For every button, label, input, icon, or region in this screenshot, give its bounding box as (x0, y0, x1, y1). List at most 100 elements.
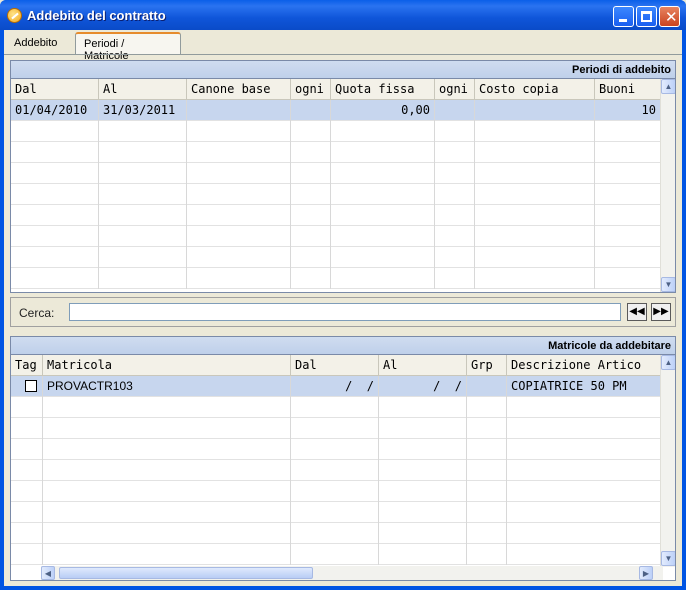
col-matricola[interactable]: Matricola (43, 355, 291, 376)
next-button[interactable]: ▶▶ (651, 303, 671, 321)
matricole-hscroll[interactable]: ◀ ▶ (41, 566, 663, 580)
empty-cell (99, 205, 187, 226)
empty-cell (11, 142, 99, 163)
empty-cell (291, 163, 331, 184)
scroll-up-icon[interactable]: ▲ (661, 355, 675, 370)
matricole-row[interactable]: PROVACTR103 / / / / COPIATRICE 50 PM (11, 376, 661, 397)
search-bar: Cerca: ◀◀ ▶▶ (10, 297, 676, 327)
empty-cell (435, 121, 475, 142)
scroll-up-icon[interactable]: ▲ (661, 79, 675, 94)
empty-cell (467, 439, 507, 460)
empty-cell (11, 268, 99, 289)
empty-cell (331, 205, 435, 226)
scroll-right-icon[interactable]: ▶ (639, 566, 653, 580)
col-al[interactable]: Al (379, 355, 467, 376)
periodi-vscroll[interactable]: ▲ ▼ (660, 79, 675, 292)
empty-cell (467, 523, 507, 544)
empty-cell (507, 460, 661, 481)
empty-cell (595, 184, 661, 205)
empty-row[interactable] (11, 268, 661, 289)
col-al[interactable]: Al (99, 79, 187, 100)
empty-cell (475, 184, 595, 205)
minimize-button[interactable] (613, 6, 634, 27)
col-ogni-2[interactable]: ogni (435, 79, 475, 100)
matricole-section-header: Matricole da addebitare (10, 336, 676, 355)
empty-row[interactable] (11, 460, 661, 481)
search-label: Cerca: (19, 306, 55, 320)
empty-row[interactable] (11, 544, 661, 565)
col-dal[interactable]: Dal (11, 79, 99, 100)
empty-row[interactable] (11, 226, 661, 247)
empty-row[interactable] (11, 184, 661, 205)
app-window: Addebito del contratto ✕ Addebito Period… (0, 0, 686, 590)
empty-cell (291, 121, 331, 142)
scroll-down-icon[interactable]: ▼ (661, 551, 675, 566)
col-canone-base[interactable]: Canone base (187, 79, 291, 100)
cell-tag (11, 376, 43, 397)
client-area: Addebito Periodi / Matricole Periodi di … (4, 30, 682, 586)
empty-row[interactable] (11, 523, 661, 544)
scroll-down-icon[interactable]: ▼ (661, 277, 675, 292)
cell-costo-copia (475, 100, 595, 121)
scroll-left-icon[interactable]: ◀ (41, 566, 55, 580)
empty-row[interactable] (11, 247, 661, 268)
cell-al: 31/03/2011 (99, 100, 187, 121)
app-icon (7, 8, 22, 23)
col-dal[interactable]: Dal (291, 355, 379, 376)
search-input[interactable] (69, 303, 621, 321)
empty-cell (435, 184, 475, 205)
close-button[interactable]: ✕ (659, 6, 680, 27)
col-buoni[interactable]: Buoni (595, 79, 661, 100)
tag-checkbox[interactable] (25, 380, 37, 392)
empty-cell (467, 418, 507, 439)
empty-cell (99, 247, 187, 268)
empty-row[interactable] (11, 418, 661, 439)
matricole-vscroll[interactable]: ▲ ▼ (660, 355, 675, 567)
col-quota-fissa[interactable]: Quota fissa (331, 79, 435, 100)
empty-row[interactable] (11, 439, 661, 460)
hscroll-thumb[interactable] (59, 567, 313, 579)
empty-cell (99, 121, 187, 142)
empty-cell (507, 523, 661, 544)
empty-cell (379, 439, 467, 460)
empty-cell (43, 460, 291, 481)
empty-cell (11, 184, 99, 205)
empty-cell (291, 544, 379, 565)
tab-periodi-matricole[interactable]: Periodi / Matricole (75, 32, 181, 62)
empty-row[interactable] (11, 205, 661, 226)
maximize-button[interactable] (636, 6, 657, 27)
empty-cell (187, 184, 291, 205)
empty-cell (435, 163, 475, 184)
prev-button[interactable]: ◀◀ (627, 303, 647, 321)
title-bar[interactable]: Addebito del contratto ✕ (0, 0, 686, 30)
col-descrizione[interactable]: Descrizione Artico (507, 355, 661, 376)
col-ogni[interactable]: ogni (291, 79, 331, 100)
empty-cell (187, 205, 291, 226)
empty-cell (331, 226, 435, 247)
empty-row[interactable] (11, 163, 661, 184)
empty-row[interactable] (11, 397, 661, 418)
col-grp[interactable]: Grp (467, 355, 507, 376)
tab-addebito[interactable]: Addebito (6, 32, 72, 54)
empty-cell (43, 418, 291, 439)
matricole-grid: Tag Matricola Dal Al Grp Descrizione Art… (10, 355, 676, 581)
empty-row[interactable] (11, 142, 661, 163)
empty-cell (379, 460, 467, 481)
empty-row[interactable] (11, 502, 661, 523)
empty-cell (379, 397, 467, 418)
empty-cell (11, 397, 43, 418)
empty-cell (11, 163, 99, 184)
empty-cell (467, 397, 507, 418)
fast-forward-icon: ▶▶ (653, 306, 669, 317)
empty-cell (291, 439, 379, 460)
empty-row[interactable] (11, 121, 661, 142)
empty-cell (11, 502, 43, 523)
col-tag[interactable]: Tag (11, 355, 43, 376)
empty-cell (99, 268, 187, 289)
empty-cell (291, 184, 331, 205)
col-costo-copia[interactable]: Costo copia (475, 79, 595, 100)
periodi-row[interactable]: 01/04/2010 31/03/2011 0,00 10 (11, 100, 661, 121)
cell-canone-base (187, 100, 291, 121)
empty-cell (435, 226, 475, 247)
empty-row[interactable] (11, 481, 661, 502)
